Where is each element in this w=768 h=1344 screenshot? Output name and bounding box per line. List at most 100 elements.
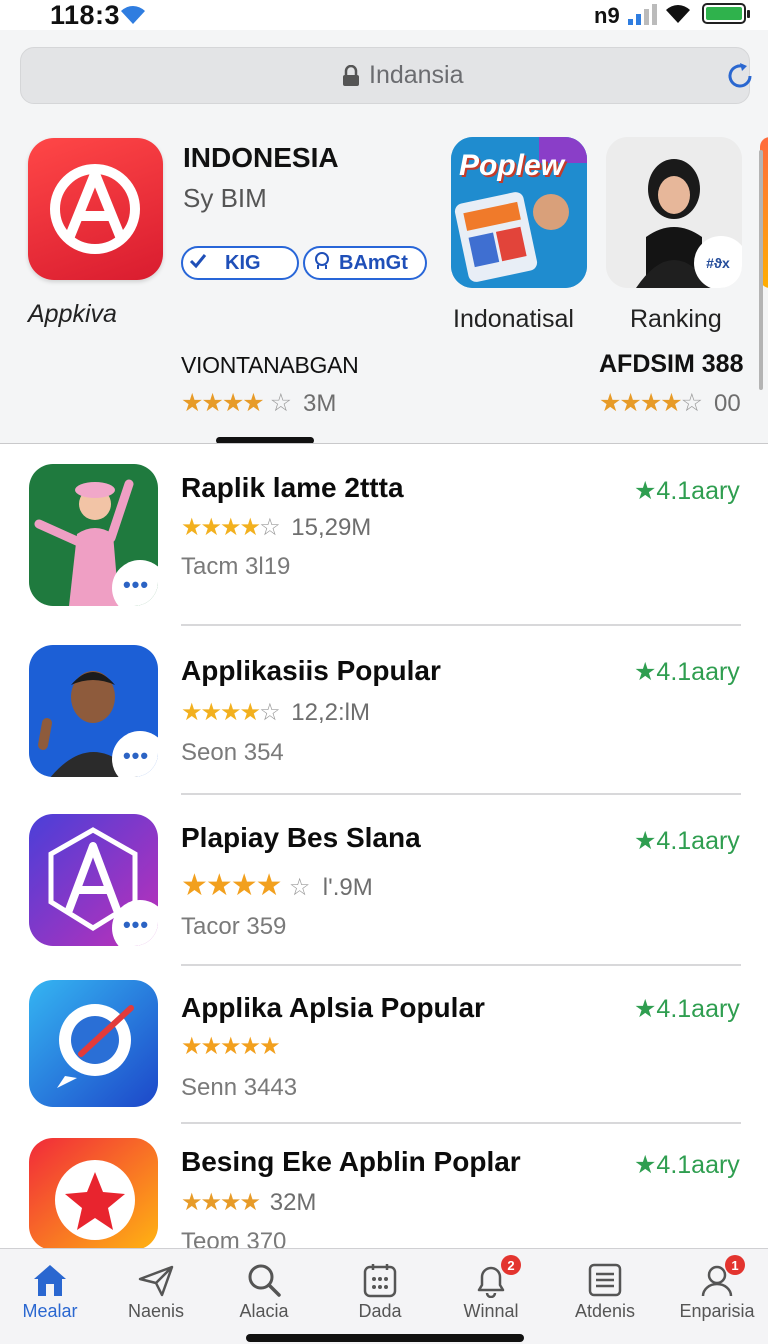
status-time: 118:3	[50, 0, 121, 30]
app-score: ★4.1aary	[634, 827, 740, 855]
app-rating: ★★★★ ☆ l'.9M	[181, 869, 373, 902]
star-rating: ★★★★	[181, 699, 261, 726]
rating-count: 15,29M	[291, 514, 372, 541]
featured-subtitle: Sy BIM	[183, 183, 267, 213]
section-rating: ★★★★☆ 00	[599, 389, 741, 417]
battery-icon	[702, 3, 750, 24]
app-title: Raplik lame 2ttta	[181, 472, 404, 503]
app-meta: Senn 3443	[181, 1074, 298, 1101]
tab-enparisia[interactable]: 1 Enparisia	[667, 1255, 767, 1322]
featured-title: INDONESIA	[183, 142, 339, 173]
featured-tile-indonatisal[interactable]: Poplew	[451, 137, 587, 288]
search-text: Indansia	[369, 61, 464, 89]
app-title: Applikasiis Popular	[181, 655, 441, 686]
divider	[0, 443, 768, 444]
signal-icon	[628, 3, 658, 30]
app-meta: Tacm 3l19	[181, 553, 291, 580]
app-rating: ★★★★☆ 15,29M	[181, 514, 372, 541]
app-meta: Tacor 359	[181, 913, 287, 940]
tab-label: Winnal	[463, 1301, 519, 1321]
wifi-icon	[118, 2, 148, 31]
home-indicator[interactable]	[246, 1334, 524, 1342]
reload-icon[interactable]	[724, 60, 756, 97]
star-rating: ★★★★★	[181, 1033, 281, 1060]
app-icon[interactable]: •••	[29, 464, 158, 606]
carrier-label: n9	[594, 3, 620, 28]
tab-label: Enparisia	[679, 1301, 755, 1321]
tab-label: Atdenis	[574, 1301, 636, 1321]
search-bar[interactable]: Indansia	[20, 47, 752, 104]
section-title: VIONTANABGAN	[181, 352, 359, 378]
tab-alacia[interactable]: Alacia	[214, 1259, 314, 1322]
award-icon	[305, 251, 339, 275]
featured-app-name: Appkiva	[28, 300, 117, 328]
app-score: ★4.1aary	[634, 995, 740, 1023]
featured-badge-bamgt[interactable]: BAmGt	[303, 246, 427, 280]
app-rating: ★★★★☆ 12,2:lM	[181, 699, 370, 726]
calendar-icon	[330, 1259, 430, 1301]
tab-label: Alacia	[239, 1301, 289, 1321]
tab-mealar[interactable]: Mealar	[0, 1259, 100, 1322]
person-icon: 1	[667, 1255, 767, 1301]
tab-label: Dada	[358, 1301, 402, 1321]
star-rating: ★★★★	[181, 514, 261, 541]
app-score: ★4.1aary	[634, 658, 740, 686]
app-icon[interactable]: •••	[29, 645, 158, 777]
rating-count: 00	[714, 390, 741, 417]
wifi-icon	[664, 2, 692, 29]
app-icon[interactable]: •••	[29, 814, 158, 946]
featured-badge-kig[interactable]: KIG	[181, 246, 299, 280]
tile-label: Indonatisal	[453, 305, 574, 333]
app-score: ★4.1aary	[634, 1151, 740, 1179]
tab-label: Mealar	[22, 1301, 78, 1321]
home-icon	[0, 1259, 100, 1301]
scrollbar[interactable]	[759, 150, 763, 390]
tab-naenis[interactable]: Naenis	[106, 1259, 206, 1322]
app-score-value: 4.1aary	[656, 477, 740, 505]
app-score-value: 4.1aary	[656, 827, 740, 855]
divider	[181, 624, 741, 626]
notification-badge: 2	[501, 1255, 521, 1275]
tab-dada[interactable]: Dada	[330, 1259, 430, 1322]
check-icon	[183, 252, 213, 275]
app-score: ★4.1aary	[634, 477, 740, 505]
app-meta: Seon 354	[181, 739, 284, 766]
star-rating: ★★★★	[599, 389, 683, 417]
app-list-item[interactable]: ••• Raplik lame 2ttta ★★★★☆ 15,29M Tacm …	[0, 464, 768, 634]
rating-count: l'.9M	[322, 874, 373, 901]
divider	[181, 964, 741, 966]
app-icon[interactable]	[29, 1138, 158, 1250]
tab-bar: Mealar Naenis Alacia Dada 2 Winnal Atden…	[0, 1248, 768, 1344]
app-rating: ★★★★★	[181, 1032, 283, 1061]
app-title: Besing Eke Apblin Poplar	[181, 1146, 521, 1177]
app-list-item[interactable]: Applika Aplsia Popular ★★★★★ Senn 3443 ★…	[0, 980, 768, 1150]
app-score-value: 4.1aary	[656, 1151, 740, 1179]
rating-count: 12,2:lM	[291, 699, 370, 726]
badge-label: KIG	[225, 251, 261, 274]
app-rating: ★★★★ 32M	[181, 1188, 316, 1217]
app-list-item[interactable]: ••• Plapiay Bes Slana ★★★★ ☆ l'.9M Tacor…	[0, 812, 768, 982]
bell-icon: 2	[441, 1255, 541, 1301]
rating-count: 32M	[269, 1189, 317, 1216]
app-score-value: 4.1aary	[656, 658, 740, 686]
tile-tag-label: #ϑx	[706, 255, 730, 271]
featured-tile-ranking[interactable]: #ϑx	[606, 137, 742, 288]
divider	[181, 1122, 741, 1124]
tile-art-text: Poplew	[459, 149, 565, 182]
badge-label: BAmGt	[339, 251, 408, 274]
app-list-item[interactable]: ••• Applikasiis Popular ★★★★☆ 12,2:lM Se…	[0, 643, 768, 813]
app-icon[interactable]	[29, 980, 158, 1107]
star-rating: ★★★★	[181, 869, 283, 902]
tile-label: Ranking	[630, 305, 722, 333]
featured-app-icon[interactable]	[28, 138, 163, 280]
notification-badge: 1	[725, 1255, 745, 1275]
section-rating: ★★★★ ☆ 3M	[181, 389, 337, 417]
list-icon	[555, 1259, 655, 1301]
search-icon	[214, 1259, 314, 1301]
section-title: AFDSIM 388	[599, 350, 744, 378]
paper-plane-icon	[106, 1259, 206, 1301]
star-rating: ★★★★	[181, 1189, 261, 1216]
tab-winnal[interactable]: 2 Winnal	[441, 1255, 541, 1322]
rating-count: 3M	[302, 390, 337, 417]
tab-atdenis[interactable]: Atdenis	[555, 1259, 655, 1322]
